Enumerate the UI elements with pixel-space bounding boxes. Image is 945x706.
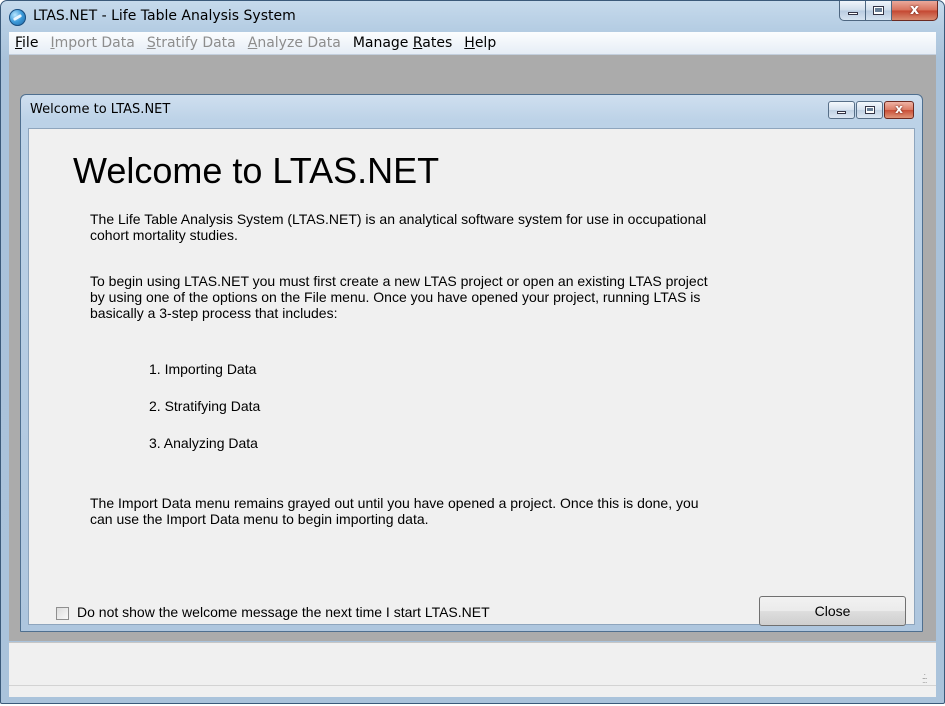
menu-bar: File Import Data Stratify Data Analyze Data… [9, 32, 936, 55]
main-window: LTAS.NET - Life Table Analysis System x … [0, 0, 945, 704]
begin-paragraph: To begin using LTAS.NET you must first c… [90, 273, 900, 321]
minimize-icon [837, 111, 846, 114]
welcome-heading: Welcome to LTAS.NET [73, 150, 440, 191]
menu-manage-rates[interactable]: Manage Rates [347, 35, 458, 51]
welcome-window-title: Welcome to LTAS.NET [30, 102, 171, 117]
child-minimize-button[interactable] [828, 101, 855, 119]
step-importing: 1. Importing Data [149, 361, 257, 377]
dont-show-checkbox-label[interactable]: Do not show the welcome message the next… [77, 604, 490, 620]
close-icon: x [909, 2, 920, 18]
dont-show-checkbox[interactable] [56, 607, 69, 620]
intro-paragraph: The Life Table Analysis System (LTAS.NET… [90, 211, 900, 243]
ltas-app-icon[interactable] [9, 9, 26, 26]
import-paragraph: The Import Data menu remains grayed out … [90, 495, 900, 527]
minimize-icon [848, 12, 858, 15]
child-maximize-button[interactable] [856, 101, 883, 119]
close-window-button[interactable]: x [892, 1, 938, 21]
step-analyzing: 3. Analyzing Data [149, 435, 258, 451]
begin-line-2: by using one of the options on the File … [90, 289, 701, 305]
menu-import-data[interactable]: Import Data [44, 35, 140, 51]
close-button[interactable]: Close [759, 596, 906, 626]
welcome-window: Welcome to LTAS.NET x Welcome to LTAS.NE… [20, 94, 923, 632]
begin-line-3: basically a 3-step process that includes… [90, 305, 338, 321]
menu-stratify-data[interactable]: Stratify Data [141, 35, 242, 51]
step-stratifying: 2. Stratifying Data [149, 398, 261, 414]
begin-line-1: To begin using LTAS.NET you must first c… [90, 273, 708, 289]
menu-file[interactable]: File [9, 35, 44, 51]
maximize-icon [873, 6, 884, 15]
import-line-1: The Import Data menu remains grayed out … [90, 495, 699, 511]
import-line-2: can use the Import Data menu to begin im… [90, 511, 429, 527]
child-caption-buttons: x [828, 101, 914, 119]
status-strip [9, 643, 936, 686]
caption-buttons: x [839, 1, 938, 21]
minimize-button[interactable] [839, 1, 866, 21]
maximize-button[interactable] [866, 1, 892, 21]
close-icon: x [895, 102, 903, 116]
menu-help[interactable]: Help [458, 35, 502, 51]
menu-analyze-data[interactable]: Analyze Data [242, 35, 347, 51]
title-bar[interactable]: LTAS.NET - Life Table Analysis System x [1, 1, 944, 32]
welcome-content-panel: Welcome to LTAS.NET The Life Table Analy… [28, 128, 915, 626]
intro-line-1: The Life Table Analysis System (LTAS.NET… [90, 211, 707, 227]
window-title: LTAS.NET - Life Table Analysis System [33, 8, 296, 24]
child-close-button[interactable]: x [884, 101, 914, 119]
maximize-icon [865, 106, 875, 114]
intro-line-2: cohort mortality studies. [90, 227, 238, 243]
resize-grip-icon[interactable]: .:::: [922, 672, 932, 685]
status-bar: .:::: [9, 642, 936, 697]
